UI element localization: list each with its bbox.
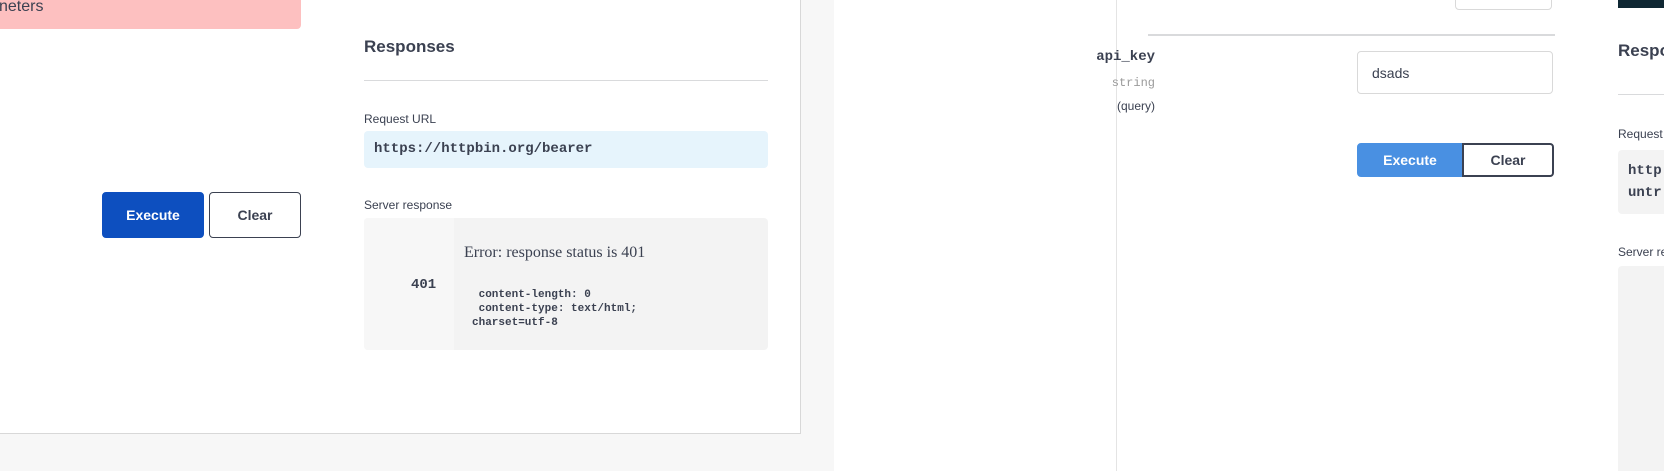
panel-border [1116, 0, 1117, 471]
request-url[interactable]: https://httpbin.org/bearer [364, 131, 768, 168]
left-window: neters Responses Request URL https://htt… [0, 0, 834, 471]
status-code-column: 401 [364, 218, 454, 350]
parameters-divider [1148, 34, 1555, 36]
responses-title: Responses [364, 37, 455, 56]
server-response-label-right: Server re [1618, 245, 1664, 259]
param-type: string [1111, 76, 1155, 90]
api-key-input[interactable] [1357, 51, 1553, 94]
server-response-box-right [1618, 266, 1664, 471]
right-window: api_key string (query) Execute Clear Res… [834, 0, 1664, 471]
error-banner: neters [0, 0, 301, 29]
param-name: api_key [1096, 49, 1155, 65]
server-response-label: Server response [364, 198, 453, 212]
responses-divider [364, 80, 768, 81]
request-url-right[interactable]: http untr [1618, 150, 1664, 214]
request-url-label: Request URL [364, 112, 437, 126]
error-message: Error: response status is 401 [464, 244, 646, 261]
execute-button[interactable]: Execute [102, 192, 204, 238]
clear-button-right[interactable]: Clear [1462, 143, 1554, 177]
operation-panel: neters Responses Request URL https://htt… [0, 0, 801, 434]
param-location: (query) [1116, 99, 1155, 113]
error-banner-text: neters [0, 0, 44, 15]
top-control[interactable] [1455, 0, 1552, 10]
responses-title-right: Respo [1618, 41, 1664, 60]
response-headers[interactable]: content-length: 0 content-type: text/htm… [472, 288, 637, 330]
server-response-table: 401 Error: response status is 401 conten… [364, 218, 768, 350]
clear-button[interactable]: Clear [209, 192, 301, 238]
dark-header-bar [1618, 0, 1664, 8]
execute-button-right[interactable]: Execute [1357, 143, 1463, 177]
responses-divider-right [1618, 94, 1664, 95]
status-code: 401 [411, 277, 437, 293]
request-url-label-right: Request [1618, 127, 1663, 141]
